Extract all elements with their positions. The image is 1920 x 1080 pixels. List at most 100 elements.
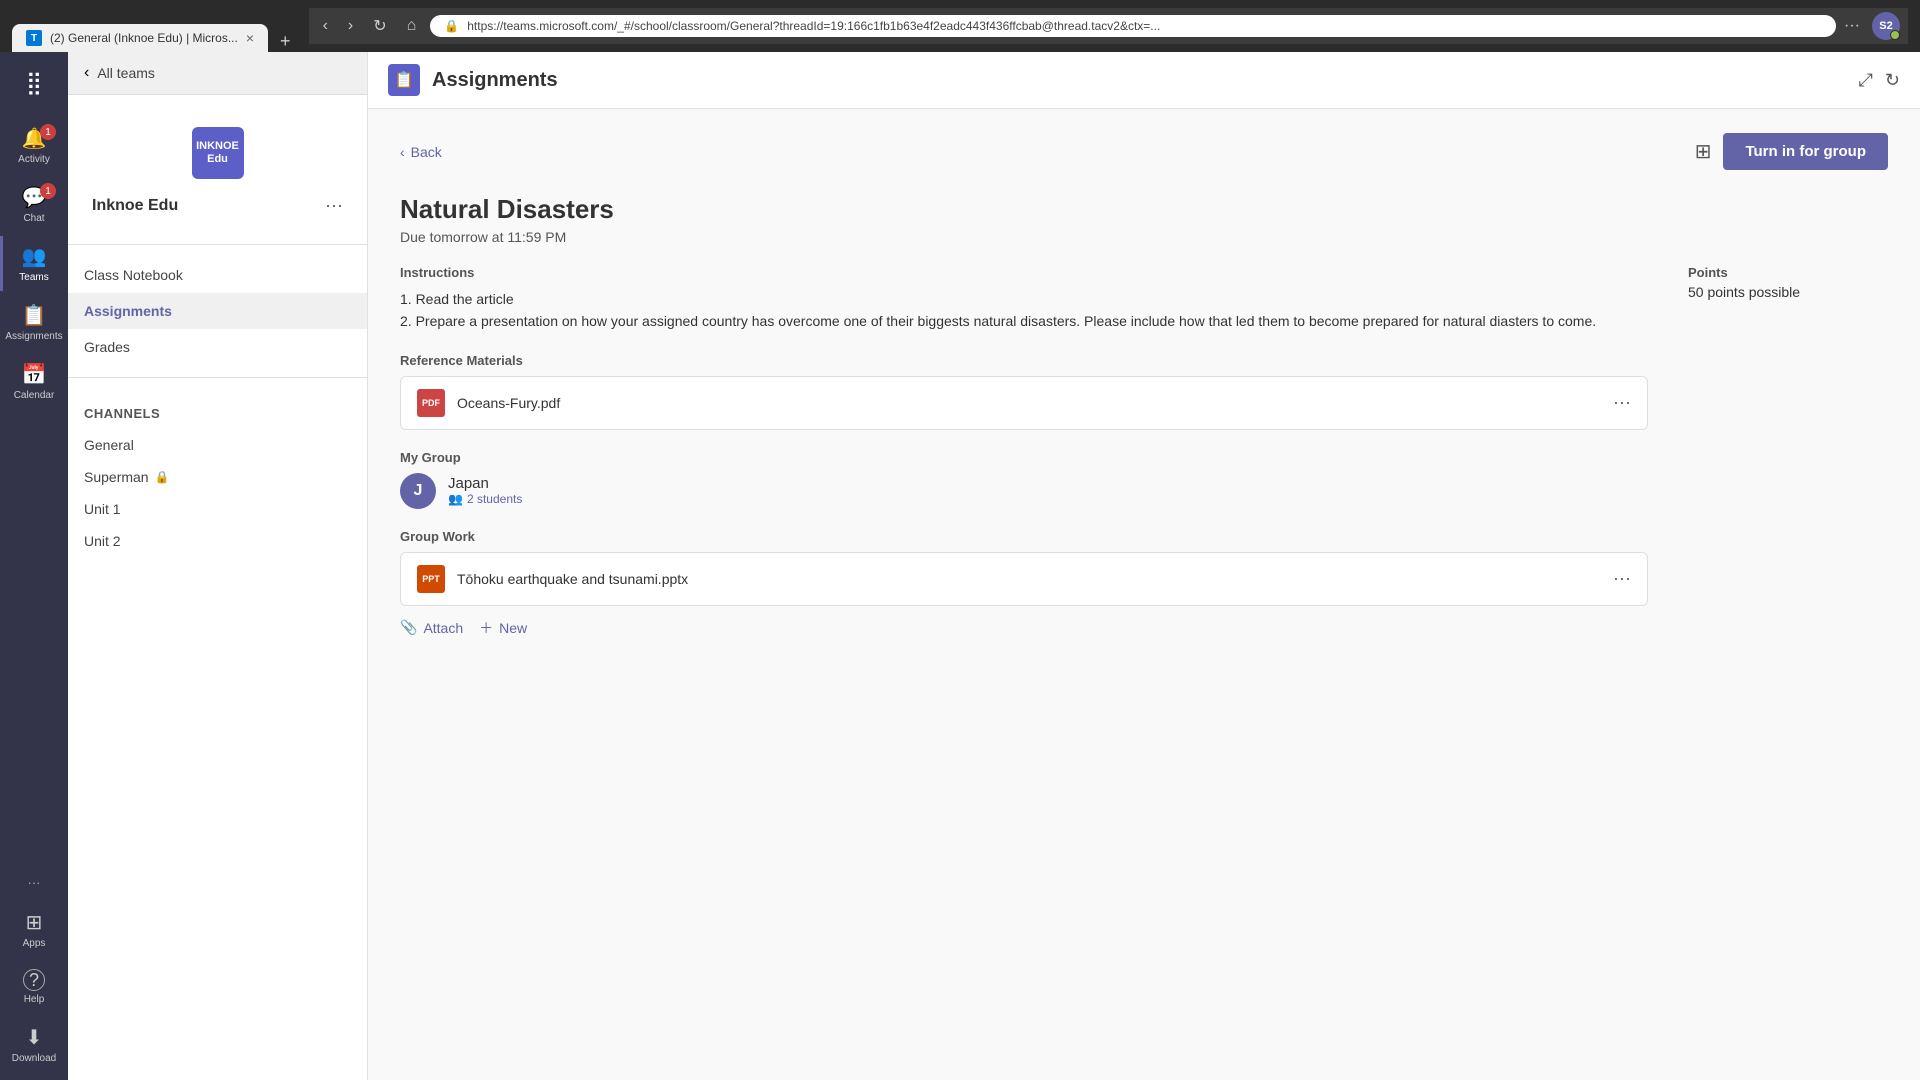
browser-tabs: T (2) General (Inknoe Edu) | Micros... ×… — [12, 0, 299, 52]
sidebar-item-apps[interactable]: ⊞ Apps — [0, 902, 68, 957]
browser-actions: ··· S2 — [1844, 12, 1900, 40]
instructions-text: 1. Read the article 2. Prepare a present… — [400, 288, 1648, 333]
ref-material-card: PDF Oceans-Fury.pdf ··· — [400, 376, 1648, 430]
activity-badge: 1 — [40, 124, 56, 140]
attach-bar: 📎 Attach ＋ New — [400, 618, 1648, 638]
group-work-label: Group work — [400, 529, 1648, 544]
back-link[interactable]: ‹ Back — [400, 144, 442, 160]
url-text: https://teams.microsoft.com/_#/school/cl… — [467, 19, 1160, 33]
instructions-label: Instructions — [400, 265, 1648, 280]
group-item: J Japan 👥 2 students — [400, 473, 1648, 509]
new-btn[interactable]: ＋ New — [479, 618, 527, 638]
tab-title: (2) General (Inknoe Edu) | Micros... — [50, 31, 238, 45]
apps-label: Apps — [23, 938, 46, 949]
profile-circle[interactable]: S2 — [1872, 12, 1900, 40]
lock-icon-superman: 🔒 — [155, 470, 170, 484]
page-title: Assignments — [432, 69, 1847, 92]
browser-chrome: T (2) General (Inknoe Edu) | Micros... ×… — [0, 0, 1920, 52]
tab-close-btn[interactable]: × — [246, 30, 254, 46]
group-file-name: Tōhoku earthquake and tsunami.pptx — [457, 571, 1601, 587]
main-header: 📋 Assignments ⤢ ↻ — [368, 52, 1920, 109]
profile-initials: S2 — [1879, 20, 1892, 32]
activity-label: Activity — [18, 154, 50, 165]
channel-item-unit1[interactable]: Unit 1 — [68, 493, 367, 525]
channel-item-unit2[interactable]: Unit 2 — [68, 525, 367, 557]
teams-label: Teams — [19, 272, 48, 283]
calendar-label: Calendar — [14, 390, 55, 401]
chat-badge: 1 — [40, 183, 56, 199]
assignments-label: Assignments — [5, 331, 62, 342]
detail-layout: Instructions 1. Read the article 2. Prep… — [400, 265, 1888, 638]
assignments-icon: 📋 — [22, 303, 47, 328]
nav-more-btn[interactable]: ··· — [20, 867, 49, 898]
group-info: Japan 👥 2 students — [448, 475, 522, 506]
download-label: Download — [12, 1053, 56, 1064]
ref-file-name: Oceans-Fury.pdf — [457, 395, 1601, 411]
all-teams-back-btn[interactable]: ‹ All teams — [68, 52, 367, 95]
nav-forward-btn[interactable]: › — [342, 15, 359, 37]
chat-label: Chat — [23, 213, 44, 224]
active-tab[interactable]: T (2) General (Inknoe Edu) | Micros... × — [12, 24, 268, 52]
assignment-detail: ‹ Back ⊞ Turn in for group Natural Disas… — [368, 109, 1920, 1080]
detail-left: Instructions 1. Read the article 2. Prep… — [400, 265, 1648, 638]
group-students: 👥 2 students — [448, 492, 522, 506]
back-arrow-icon: ‹ — [84, 64, 89, 82]
sidebar-item-calendar[interactable]: 📅 Calendar — [0, 354, 68, 409]
my-group-label: My group — [400, 450, 1648, 465]
channel-item-superman[interactable]: Superman 🔒 — [68, 461, 367, 493]
ref-file-more-btn[interactable]: ··· — [1613, 392, 1631, 413]
sidebar-item-teams[interactable]: 👥 Teams — [0, 236, 68, 291]
channel-item-general[interactable]: General — [68, 429, 367, 461]
sidebar-item-help[interactable]: ? Help — [0, 961, 68, 1013]
help-icon: ? — [23, 969, 45, 991]
team-section: INKNOEEdu Inknoe Edu ··· — [68, 95, 367, 232]
turn-in-group-btn[interactable]: Turn in for group — [1723, 133, 1888, 170]
assignment-title: Natural Disasters — [400, 194, 1888, 225]
attach-btn[interactable]: 📎 Attach — [400, 619, 463, 636]
group-avatar: J — [400, 473, 436, 509]
team-avatar: INKNOEEdu — [192, 127, 244, 179]
students-count: 2 students — [467, 492, 522, 506]
expand-btn[interactable]: ⤢ — [1859, 70, 1873, 91]
calendar-icon: 📅 — [22, 362, 47, 387]
new-icon: ＋ — [479, 618, 493, 638]
pdf-icon: PDF — [417, 389, 445, 417]
group-file-more-btn[interactable]: ··· — [1613, 568, 1631, 589]
sidebar-item-activity[interactable]: 🔔 1 Activity — [0, 118, 68, 173]
browser-controls: ‹ › ↻ ⌂ 🔒 https://teams.microsoft.com/_#… — [309, 8, 1908, 44]
view-toggle-icon[interactable]: ⊞ — [1695, 139, 1712, 164]
back-label: Back — [411, 144, 442, 160]
detail-top-bar: ‹ Back ⊞ Turn in for group — [400, 133, 1888, 170]
nav-refresh-btn[interactable]: ↻ — [367, 14, 392, 38]
sidebar-nav-grades[interactable]: Grades — [68, 329, 367, 365]
main-content: 📋 Assignments ⤢ ↻ ‹ Back ⊞ Turn in for g… — [368, 52, 1920, 1080]
nav-back-btn[interactable]: ‹ — [317, 15, 334, 37]
group-work-card: PPT Tōhoku earthquake and tsunami.pptx ·… — [400, 552, 1648, 606]
pptx-icon: PPT — [417, 565, 445, 593]
browser-more-btn[interactable]: ··· — [1844, 17, 1860, 35]
sidebar-nav-class-notebook[interactable]: Class Notebook — [68, 257, 367, 293]
attach-label: Attach — [423, 620, 463, 636]
sidebar: ‹ All teams INKNOEEdu Inknoe Edu ··· Cla… — [68, 52, 368, 1080]
new-tab-btn[interactable]: + — [272, 31, 299, 52]
sidebar-item-download[interactable]: ⬇ Download — [0, 1017, 68, 1072]
channel-label-unit1: Unit 1 — [84, 501, 121, 517]
address-bar[interactable]: 🔒 https://teams.microsoft.com/_#/school/… — [430, 15, 1836, 37]
channel-label-unit2: Unit 2 — [84, 533, 121, 549]
group-name: Japan — [448, 475, 522, 492]
ref-materials-label: Reference materials — [400, 353, 1648, 368]
sidebar-item-chat[interactable]: 💬 1 Chat — [0, 177, 68, 232]
left-nav: ⣿ 🔔 1 Activity 💬 1 Chat 👥 Teams 📋 Assign… — [0, 52, 68, 1080]
app-container: ⣿ 🔔 1 Activity 💬 1 Chat 👥 Teams 📋 Assign… — [0, 52, 1920, 1080]
channel-label-general: General — [84, 437, 134, 453]
team-more-btn[interactable]: ··· — [325, 195, 343, 216]
sidebar-nav-assignments[interactable]: Assignments — [68, 293, 367, 329]
channel-label-superman: Superman — [84, 469, 149, 485]
refresh-btn[interactable]: ↻ — [1885, 70, 1900, 91]
nav-home-btn[interactable]: ⌂ — [401, 15, 423, 37]
sidebar-item-assignments[interactable]: 📋 Assignments — [0, 295, 68, 350]
download-icon: ⬇ — [26, 1025, 43, 1050]
new-label: New — [499, 620, 527, 636]
team-name: Inknoe Edu — [92, 197, 178, 215]
channels-header: Channels — [68, 390, 367, 429]
